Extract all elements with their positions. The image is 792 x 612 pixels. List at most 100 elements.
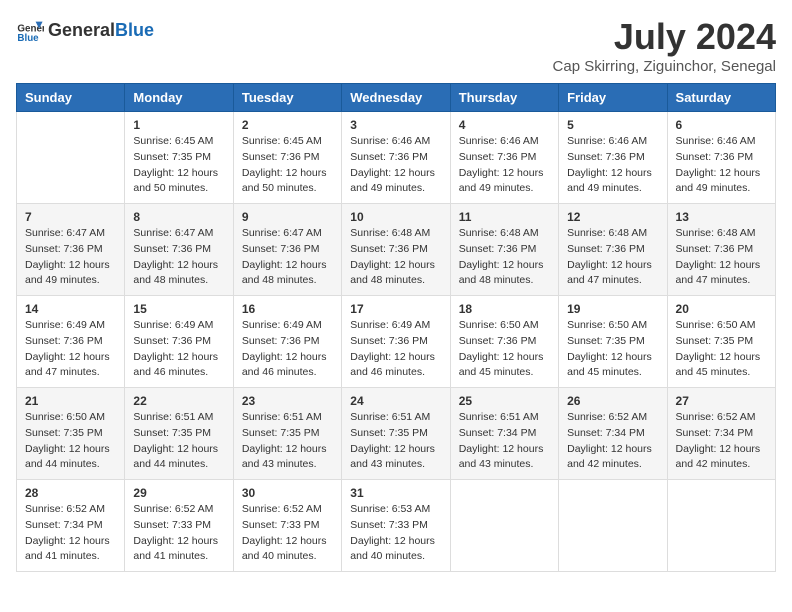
day-number: 8 xyxy=(133,210,224,224)
day-info: Sunrise: 6:46 AMSunset: 7:36 PMDaylight:… xyxy=(459,134,550,197)
calendar-cell: 13 Sunrise: 6:48 AMSunset: 7:36 PMDayligh… xyxy=(667,204,775,296)
day-info: Sunrise: 6:51 AMSunset: 7:35 PMDaylight:… xyxy=(350,410,441,473)
day-info: Sunrise: 6:50 AMSunset: 7:35 PMDaylight:… xyxy=(676,318,767,381)
day-info: Sunrise: 6:52 AMSunset: 7:34 PMDaylight:… xyxy=(676,410,767,473)
calendar-cell: 24 Sunrise: 6:51 AMSunset: 7:35 PMDayligh… xyxy=(342,388,450,480)
calendar-cell: 5Sunrise: 6:46 AMSunset: 7:36 PMDaylight… xyxy=(559,112,667,204)
calendar-cell: 16Sunrise: 6:49 AMSunset: 7:36 PMDayligh… xyxy=(233,296,341,388)
calendar-cell: 10 Sunrise: 6:48 AMSunset: 7:36 PMDayligh… xyxy=(342,204,450,296)
calendar-cell: 27 Sunrise: 6:52 AMSunset: 7:34 PMDayligh… xyxy=(667,388,775,480)
day-info: Sunrise: 6:49 AMSunset: 7:36 PMDaylight:… xyxy=(133,318,224,381)
day-number: 28 xyxy=(25,486,116,500)
weekday-header-thursday: Thursday xyxy=(450,84,558,112)
day-number: 4 xyxy=(459,118,550,132)
day-number: 21 xyxy=(25,394,116,408)
calendar-cell: 9 Sunrise: 6:47 AMSunset: 7:36 PMDaylight… xyxy=(233,204,341,296)
main-title: July 2024 xyxy=(553,16,776,58)
weekday-header-row: SundayMondayTuesdayWednesdayThursdayFrid… xyxy=(17,84,776,112)
logo-icon: General Blue xyxy=(16,16,44,44)
day-number: 27 xyxy=(676,394,767,408)
calendar-cell: 31Sunrise: 6:53 AMSunset: 7:33 PMDayligh… xyxy=(342,480,450,572)
calendar-cell: 15Sunrise: 6:49 AMSunset: 7:36 PMDayligh… xyxy=(125,296,233,388)
day-number: 14 xyxy=(25,302,116,316)
calendar-cell xyxy=(450,480,558,572)
day-number: 20 xyxy=(676,302,767,316)
calendar-cell: 4 Sunrise: 6:46 AMSunset: 7:36 PMDaylight… xyxy=(450,112,558,204)
day-number: 23 xyxy=(242,394,333,408)
weekday-header-saturday: Saturday xyxy=(667,84,775,112)
calendar-cell: 2 Sunrise: 6:45 AMSunset: 7:36 PMDaylight… xyxy=(233,112,341,204)
day-info: Sunrise: 6:51 AMSunset: 7:34 PMDaylight:… xyxy=(459,410,550,473)
calendar-cell: 11 Sunrise: 6:48 AMSunset: 7:36 PMDayligh… xyxy=(450,204,558,296)
day-number: 2 xyxy=(242,118,333,132)
logo: General Blue GeneralBlue xyxy=(16,16,154,44)
day-info: Sunrise: 6:47 AMSunset: 7:36 PMDaylight:… xyxy=(133,226,224,289)
calendar-cell: 3 Sunrise: 6:46 AMSunset: 7:36 PMDaylight… xyxy=(342,112,450,204)
day-info: Sunrise: 6:51 AMSunset: 7:35 PMDaylight:… xyxy=(133,410,224,473)
calendar-cell: 19Sunrise: 6:50 AMSunset: 7:35 PMDayligh… xyxy=(559,296,667,388)
day-info: Sunrise: 6:52 AMSunset: 7:33 PMDaylight:… xyxy=(133,502,224,565)
day-info: Sunrise: 6:52 AMSunset: 7:34 PMDaylight:… xyxy=(25,502,116,565)
day-info: Sunrise: 6:49 AMSunset: 7:36 PMDaylight:… xyxy=(25,318,116,381)
day-number: 26 xyxy=(567,394,658,408)
logo-text-blue: Blue xyxy=(115,20,154,41)
day-info: Sunrise: 6:49 AMSunset: 7:36 PMDaylight:… xyxy=(350,318,441,381)
calendar-cell xyxy=(667,480,775,572)
calendar-cell: 18 Sunrise: 6:50 AMSunset: 7:36 PMDayligh… xyxy=(450,296,558,388)
day-info: Sunrise: 6:48 AMSunset: 7:36 PMDaylight:… xyxy=(459,226,550,289)
day-number: 6 xyxy=(676,118,767,132)
calendar-cell: 25 Sunrise: 6:51 AMSunset: 7:34 PMDayligh… xyxy=(450,388,558,480)
day-number: 18 xyxy=(459,302,550,316)
day-info: Sunrise: 6:47 AMSunset: 7:36 PMDaylight:… xyxy=(25,226,116,289)
day-info: Sunrise: 6:48 AMSunset: 7:36 PMDaylight:… xyxy=(676,226,767,289)
calendar-cell: 29 Sunrise: 6:52 AMSunset: 7:33 PMDayligh… xyxy=(125,480,233,572)
day-number: 29 xyxy=(133,486,224,500)
calendar-cell: 1 Sunrise: 6:45 AMSunset: 7:35 PMDaylight… xyxy=(125,112,233,204)
day-info: Sunrise: 6:50 AMSunset: 7:36 PMDaylight:… xyxy=(459,318,550,381)
day-info: Sunrise: 6:45 AMSunset: 7:35 PMDaylight:… xyxy=(133,134,224,197)
calendar-cell: 30 Sunrise: 6:52 AMSunset: 7:33 PMDayligh… xyxy=(233,480,341,572)
day-number: 3 xyxy=(350,118,441,132)
day-number: 19 xyxy=(567,302,658,316)
calendar-cell: 23Sunrise: 6:51 AMSunset: 7:35 PMDayligh… xyxy=(233,388,341,480)
day-number: 24 xyxy=(350,394,441,408)
weekday-header-wednesday: Wednesday xyxy=(342,84,450,112)
calendar-cell: 8 Sunrise: 6:47 AMSunset: 7:36 PMDaylight… xyxy=(125,204,233,296)
week-row-3: 14 Sunrise: 6:49 AMSunset: 7:36 PMDayligh… xyxy=(17,296,776,388)
day-number: 11 xyxy=(459,210,550,224)
day-number: 13 xyxy=(676,210,767,224)
day-number: 5 xyxy=(567,118,658,132)
day-info: Sunrise: 6:46 AMSunset: 7:36 PMDaylight:… xyxy=(350,134,441,197)
logo-text-general: General xyxy=(48,20,115,41)
day-info: Sunrise: 6:46 AMSunset: 7:36 PMDaylight:… xyxy=(676,134,767,197)
weekday-header-sunday: Sunday xyxy=(17,84,125,112)
day-number: 7 xyxy=(25,210,116,224)
subtitle: Cap Skirring, Ziguinchor, Senegal xyxy=(553,58,776,75)
day-number: 9 xyxy=(242,210,333,224)
calendar-cell: 14 Sunrise: 6:49 AMSunset: 7:36 PMDayligh… xyxy=(17,296,125,388)
calendar-cell: 20 Sunrise: 6:50 AMSunset: 7:35 PMDayligh… xyxy=(667,296,775,388)
calendar-cell: 7 Sunrise: 6:47 AMSunset: 7:36 PMDaylight… xyxy=(17,204,125,296)
day-number: 10 xyxy=(350,210,441,224)
calendar-cell: 21 Sunrise: 6:50 AMSunset: 7:35 PMDayligh… xyxy=(17,388,125,480)
day-info: Sunrise: 6:47 AMSunset: 7:36 PMDaylight:… xyxy=(242,226,333,289)
day-number: 16 xyxy=(242,302,333,316)
day-info: Sunrise: 6:52 AMSunset: 7:33 PMDaylight:… xyxy=(242,502,333,565)
day-number: 25 xyxy=(459,394,550,408)
svg-text:Blue: Blue xyxy=(17,33,39,44)
week-row-5: 28 Sunrise: 6:52 AMSunset: 7:34 PMDayligh… xyxy=(17,480,776,572)
day-info: Sunrise: 6:45 AMSunset: 7:36 PMDaylight:… xyxy=(242,134,333,197)
day-info: Sunrise: 6:53 AMSunset: 7:33 PMDaylight:… xyxy=(350,502,441,565)
day-number: 30 xyxy=(242,486,333,500)
day-number: 1 xyxy=(133,118,224,132)
calendar-table: SundayMondayTuesdayWednesdayThursdayFrid… xyxy=(16,83,776,572)
day-info: Sunrise: 6:48 AMSunset: 7:36 PMDaylight:… xyxy=(350,226,441,289)
week-row-4: 21 Sunrise: 6:50 AMSunset: 7:35 PMDayligh… xyxy=(17,388,776,480)
calendar-cell: 28 Sunrise: 6:52 AMSunset: 7:34 PMDayligh… xyxy=(17,480,125,572)
day-info: Sunrise: 6:50 AMSunset: 7:35 PMDaylight:… xyxy=(25,410,116,473)
calendar-cell xyxy=(559,480,667,572)
week-row-2: 7 Sunrise: 6:47 AMSunset: 7:36 PMDaylight… xyxy=(17,204,776,296)
day-info: Sunrise: 6:48 AMSunset: 7:36 PMDaylight:… xyxy=(567,226,658,289)
day-number: 12 xyxy=(567,210,658,224)
day-number: 17 xyxy=(350,302,441,316)
